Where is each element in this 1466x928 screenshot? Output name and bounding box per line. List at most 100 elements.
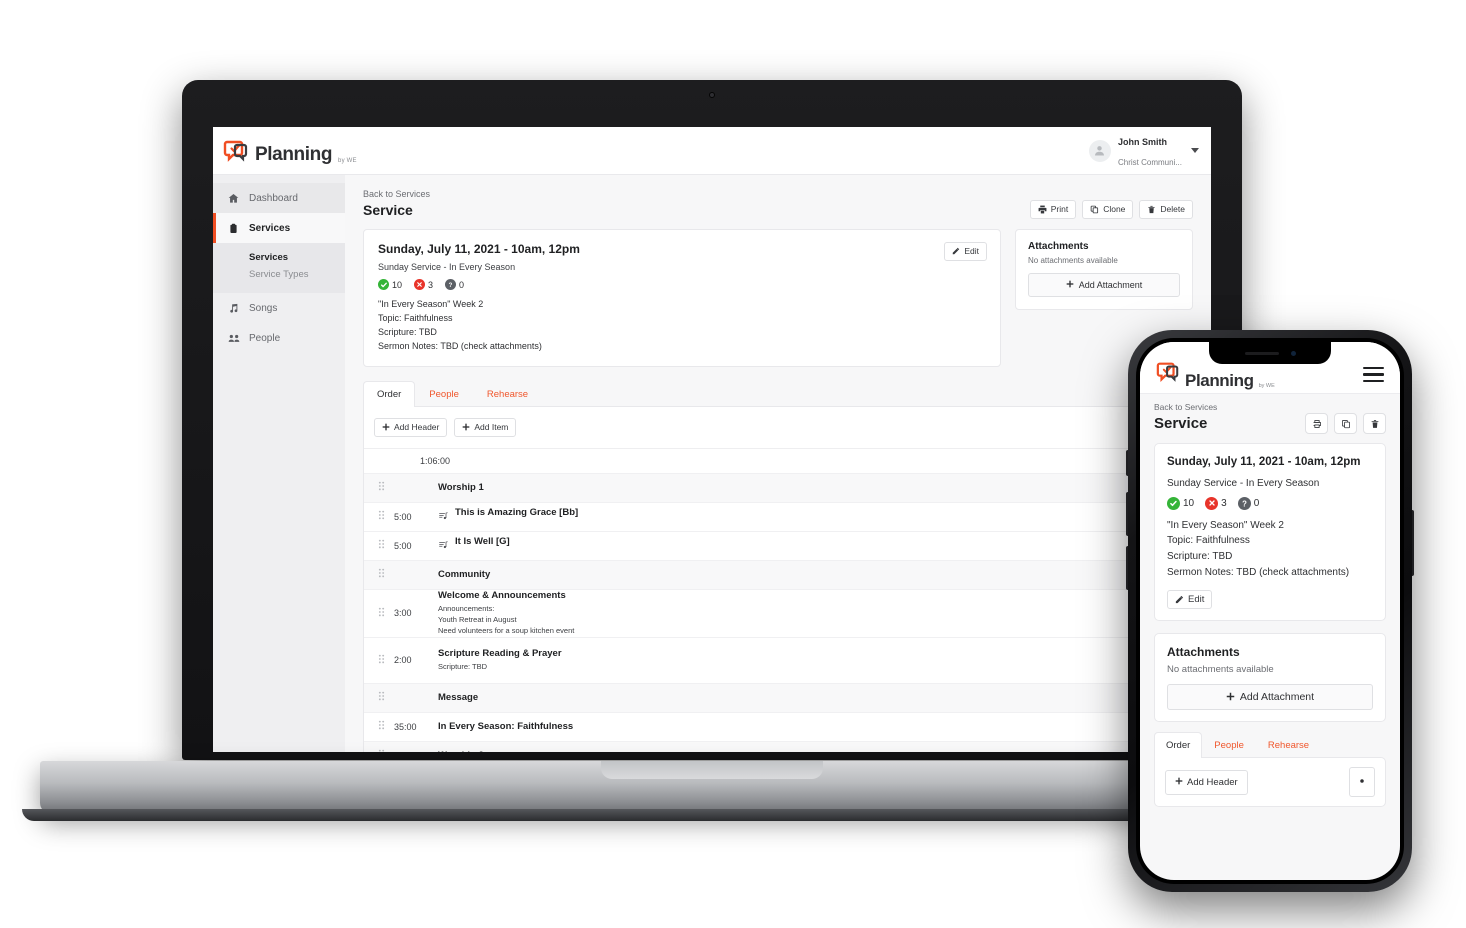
- order-header-row[interactable]: Worship 1Edit: [364, 473, 1192, 503]
- mobile-service-stats: 10 3 ? 0: [1167, 496, 1373, 510]
- order-row-title: Scripture Reading & Prayer: [438, 647, 562, 659]
- status-confirmed-count: 10: [392, 279, 403, 290]
- mobile-add-header-button[interactable]: Add Header: [1165, 769, 1248, 795]
- sidebar-subitem-label: Service Types: [249, 269, 309, 280]
- order-toolbar: Add Header Add Item: [364, 407, 1192, 449]
- app-logo[interactable]: Planning by WE: [223, 138, 357, 164]
- service-note-line: "In Every Season" Week 2: [1167, 519, 1284, 531]
- edit-service-button[interactable]: Edit: [944, 242, 987, 261]
- order-row-time: 5:00: [394, 540, 412, 551]
- attachments-title: Attachments: [1028, 241, 1089, 252]
- order-item-row[interactable]: 5:00This is Amazing Grace [Bb]Edit: [364, 503, 1192, 532]
- printer-icon: [1038, 205, 1047, 214]
- tab-order[interactable]: Order: [363, 380, 416, 407]
- sidebar-subitem-services[interactable]: Services: [213, 249, 345, 266]
- order-item-row[interactable]: 35:00In Every Season: FaithfulnessEdit: [364, 713, 1192, 742]
- planning-logo-icon: [1156, 360, 1180, 389]
- status-declined-count: 3: [1221, 497, 1227, 509]
- drag-handle-icon[interactable]: [378, 654, 394, 667]
- sidebar-item-services[interactable]: Services: [213, 213, 345, 243]
- tab-rehearse[interactable]: Rehearse: [473, 381, 542, 407]
- plus-icon: [1175, 777, 1183, 788]
- mobile-service-notes: "In Every Season" Week 2 Topic: Faithful…: [1167, 518, 1373, 581]
- phone-mockup: Planning by WE Back to Services Service: [1126, 330, 1414, 892]
- drag-handle-icon[interactable]: [378, 607, 394, 620]
- order-row-time: 2:00: [394, 655, 412, 665]
- check-circle-icon: [378, 279, 389, 290]
- add-header-label: Add Header: [394, 422, 440, 432]
- delete-button[interactable]: Delete: [1139, 200, 1193, 219]
- mobile-edit-service-button[interactable]: Edit: [1167, 589, 1213, 610]
- drag-handle-icon[interactable]: [378, 568, 394, 581]
- service-detail-card: Edit Sunday, July 11, 2021 - 10am, 12pm …: [363, 229, 1001, 367]
- mobile-tab-order[interactable]: Order: [1154, 732, 1203, 759]
- sidebar-item-songs[interactable]: Songs: [213, 293, 345, 323]
- tab-label: Order: [1166, 740, 1191, 752]
- mobile-tab-people[interactable]: People: [1202, 732, 1256, 758]
- drag-handle-icon[interactable]: [378, 481, 394, 494]
- mobile-delete-button[interactable]: [1363, 413, 1386, 434]
- trash-icon: [1147, 205, 1156, 214]
- order-item-row[interactable]: 5:00It Is Well [G]Edit: [364, 532, 1192, 561]
- drag-handle-icon[interactable]: [378, 691, 394, 704]
- phone-bezel: Planning by WE Back to Services Service: [1136, 338, 1404, 884]
- tab-label: Rehearse: [486, 388, 529, 400]
- add-header-button[interactable]: Add Header: [374, 418, 448, 437]
- mobile-print-button[interactable]: [1305, 413, 1328, 434]
- check-circle-icon: [1167, 496, 1180, 510]
- mobile-add-header-label: Add Header: [1187, 776, 1238, 788]
- mobile-tab-rehearse[interactable]: Rehearse: [1256, 732, 1321, 758]
- page-toolbar: Print Clone Delete: [1029, 200, 1193, 219]
- order-item-row[interactable]: 3:00 Welcome & Announcements Announcements…: [364, 590, 1192, 638]
- mobile-clone-button[interactable]: [1334, 413, 1357, 434]
- sidebar-item-label: People: [249, 332, 281, 344]
- planning-logo-icon: [223, 138, 249, 164]
- drag-handle-icon[interactable]: [378, 749, 394, 752]
- drag-handle-icon[interactable]: [378, 539, 394, 552]
- order-row-title: Worship 2: [438, 750, 484, 752]
- order-row-time: 35:00: [394, 721, 417, 732]
- mobile-breadcrumb[interactable]: Back to Services: [1154, 402, 1386, 412]
- planning-app-mobile: Planning by WE Back to Services Service: [1140, 342, 1400, 880]
- sidebar-item-label: Songs: [249, 302, 278, 314]
- drag-handle-icon[interactable]: [378, 720, 394, 733]
- phone-speaker-icon: [1244, 351, 1279, 355]
- clone-label: Clone: [1103, 204, 1126, 215]
- order-header-row[interactable]: Worship 2Edit: [364, 741, 1192, 752]
- avatar: [1088, 139, 1111, 162]
- phone-camera-icon: [1290, 350, 1296, 356]
- add-item-button[interactable]: Add Item: [454, 418, 517, 437]
- add-attachment-button[interactable]: Add Attachment: [1028, 273, 1180, 297]
- add-item-label: Add Item: [474, 422, 509, 432]
- clone-button[interactable]: Clone: [1082, 200, 1134, 219]
- order-header-row[interactable]: CommunityEdit: [364, 560, 1192, 590]
- service-tabs: Order People Rehearse: [363, 380, 1193, 407]
- sidebar-subitem-service-types[interactable]: Service Types: [213, 266, 345, 283]
- drag-handle-icon[interactable]: [378, 510, 394, 523]
- status-confirmed: 10: [1167, 496, 1194, 510]
- order-row-time: 3:00: [394, 608, 412, 619]
- mobile-add-attachment-button[interactable]: Add Attachment: [1167, 684, 1373, 711]
- print-button[interactable]: Print: [1029, 200, 1077, 219]
- laptop-screen: Planning by WE John Smith Christ Communi…: [213, 127, 1211, 752]
- service-subtitle: Sunday Service - In Every Season: [378, 262, 516, 272]
- hamburger-menu-icon[interactable]: [1363, 366, 1384, 383]
- sidebar-item-people[interactable]: People: [213, 323, 345, 353]
- order-total-time: 1:06:00: [364, 449, 1192, 474]
- plus-icon: [382, 423, 390, 431]
- service-notes: "In Every Season" Week 2 Topic: Faithful…: [378, 298, 986, 354]
- sidebar-item-label: Services: [249, 222, 291, 234]
- laptop-mockup: Planning by WE John Smith Christ Communi…: [22, 80, 1402, 821]
- mobile-order-settings-button[interactable]: [1349, 767, 1375, 798]
- tab-people[interactable]: People: [415, 381, 473, 407]
- order-row-title: Welcome & Announcements: [438, 589, 566, 601]
- plus-icon: [1066, 280, 1074, 290]
- order-item-row[interactable]: 2:00 Scripture Reading & Prayer Scripture:…: [364, 638, 1192, 684]
- order-row-time: 5:00: [394, 511, 412, 522]
- order-header-row[interactable]: MessageEdit: [364, 683, 1192, 713]
- mobile-app-logo[interactable]: Planning by WE: [1156, 360, 1275, 389]
- user-menu[interactable]: John Smith Christ Communi...: [1088, 131, 1199, 171]
- sidebar-item-dashboard[interactable]: Dashboard: [213, 183, 345, 213]
- breadcrumb[interactable]: Back to Services: [363, 189, 1193, 199]
- order-row-title: It Is Well [G]: [455, 536, 510, 548]
